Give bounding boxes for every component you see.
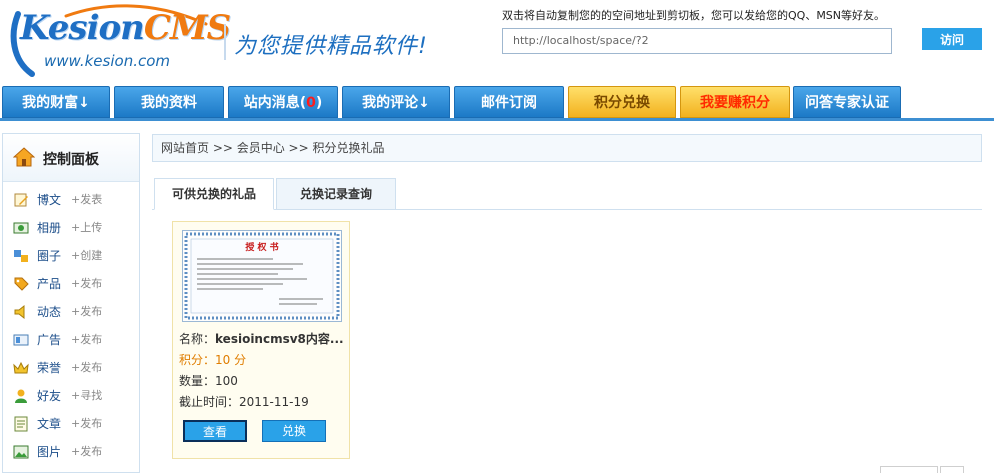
sidebar-item-circle[interactable]: 圈子 +创建 xyxy=(3,242,139,270)
site-slogan: 为您提供精品软件! xyxy=(234,34,428,59)
picture-icon xyxy=(13,445,29,459)
kesion-logo[interactable]: KesionCMS www.kesion.com xyxy=(6,4,231,78)
group-icon xyxy=(14,250,28,262)
sidebar-item-articles[interactable]: 文章 +发布 xyxy=(3,410,139,438)
visit-button[interactable]: 访问 xyxy=(922,28,982,50)
nav-item-my-wealth[interactable]: 我的财富↓ xyxy=(2,86,110,118)
nav-underline xyxy=(0,118,994,121)
sidebar-action-publish-honor[interactable]: +发布 xyxy=(71,354,102,382)
sidebar-item-honor[interactable]: 荣誉 +发布 xyxy=(3,354,139,382)
breadcrumb: 网站首页 >> 会员中心 >> 积分兑换礼品 xyxy=(152,134,982,162)
gift-deadline: 截止时间：2011-11-19 xyxy=(179,395,309,409)
document-icon xyxy=(14,416,28,432)
view-gift-button[interactable]: 查看 xyxy=(183,420,247,442)
space-url-field[interactable]: http://localhost/space/?2 xyxy=(502,28,892,54)
redeem-gift-button[interactable]: 兑换 xyxy=(262,420,326,442)
sidebar-action-publish-article[interactable]: +发布 xyxy=(71,410,102,438)
speaker-icon xyxy=(14,304,25,320)
gift-points: 积分：10 分 xyxy=(179,353,247,367)
gift-card: 授 权 书 名称：kesioincmsv8内容... 积分：10 分 数量：10… xyxy=(172,221,350,459)
certificate-title: 授 权 书 xyxy=(245,241,278,253)
pagination-box[interactable] xyxy=(880,466,938,473)
nav-item-my-comments[interactable]: 我的评论↓ xyxy=(342,86,450,118)
nav-item-my-profile[interactable]: 我的资料 xyxy=(114,86,224,118)
nav-item-earn-points[interactable]: 我要赚积分 xyxy=(680,86,790,118)
tab-exchange-records[interactable]: 兑换记录查询 xyxy=(276,178,396,210)
logo-url: www.kesion.com xyxy=(44,52,170,70)
sidebar-action-publish-activity[interactable]: +发布 xyxy=(71,298,102,326)
nav-item-expert-certification[interactable]: 问答专家认证 xyxy=(793,86,901,118)
home-icon xyxy=(13,147,35,167)
sidebar-item-friends[interactable]: 好友 +寻找 xyxy=(3,382,139,410)
logo-wordmark: KesionCMS xyxy=(20,8,231,48)
sidebar-action-publish-ad[interactable]: +发布 xyxy=(71,326,102,354)
sidebar-item-activity[interactable]: 动态 +发布 xyxy=(3,298,139,326)
sidebar-item-ads[interactable]: 广告 +发布 xyxy=(3,326,139,354)
nav-item-email-subscription[interactable]: 邮件订阅 xyxy=(454,86,564,118)
crown-icon xyxy=(13,361,29,374)
sidebar-action-create-circle[interactable]: +创建 xyxy=(71,242,102,270)
sidebar-action-upload-photo[interactable]: +上传 xyxy=(71,214,102,242)
tab-available-gifts[interactable]: 可供兑换的礼品 xyxy=(154,178,274,210)
sidebar-header: 控制面板 xyxy=(3,134,139,182)
sidebar-action-post-blog[interactable]: +发表 xyxy=(71,186,102,214)
sidebar-item-product[interactable]: 产品 +发布 xyxy=(3,270,139,298)
nav-item-site-messages[interactable]: 站内消息(0) xyxy=(228,86,338,118)
gift-quantity: 数量：100 xyxy=(179,374,238,388)
control-panel-sidebar: 控制面板 博文 +发表 相册 +上传 圈子 +创建 产品 +发布 动态 +发布 xyxy=(2,133,140,473)
sidebar-action-publish-product[interactable]: +发布 xyxy=(71,270,102,298)
pagination-box[interactable] xyxy=(940,466,964,473)
main-nav: 我的财富↓ 我的资料 站内消息(0) 我的评论↓ 邮件订阅 积分兑换 我要赚积分… xyxy=(0,86,994,121)
gift-name[interactable]: 名称：kesioincmsv8内容... xyxy=(179,330,344,347)
nav-item-points-exchange[interactable]: 积分兑换 xyxy=(568,86,676,118)
slogan-divider xyxy=(224,24,226,60)
ad-card-icon xyxy=(13,334,29,346)
pencil-note-icon xyxy=(14,193,28,207)
sidebar-title: 控制面板 xyxy=(43,152,99,168)
sidebar-action-find-friends[interactable]: +寻找 xyxy=(71,382,102,410)
sidebar-item-blog[interactable]: 博文 +发表 xyxy=(3,186,139,214)
user-icon xyxy=(15,389,27,403)
tag-icon xyxy=(14,277,29,291)
copy-space-url-tip: 双击将自动复制您的的空间地址到剪切板，您可以发给您的QQ、MSN等好友。 xyxy=(502,9,886,22)
photo-icon xyxy=(13,222,29,234)
sidebar-item-album[interactable]: 相册 +上传 xyxy=(3,214,139,242)
gift-tabs: 可供兑换的礼品 兑换记录查询 xyxy=(152,178,982,210)
unread-count-badge: 0 xyxy=(306,95,316,111)
sidebar-item-pictures[interactable]: 图片 +发布 xyxy=(3,438,139,466)
sidebar-action-publish-picture[interactable]: +发布 xyxy=(71,438,102,466)
gift-certificate-image[interactable]: 授 权 书 xyxy=(182,230,342,322)
